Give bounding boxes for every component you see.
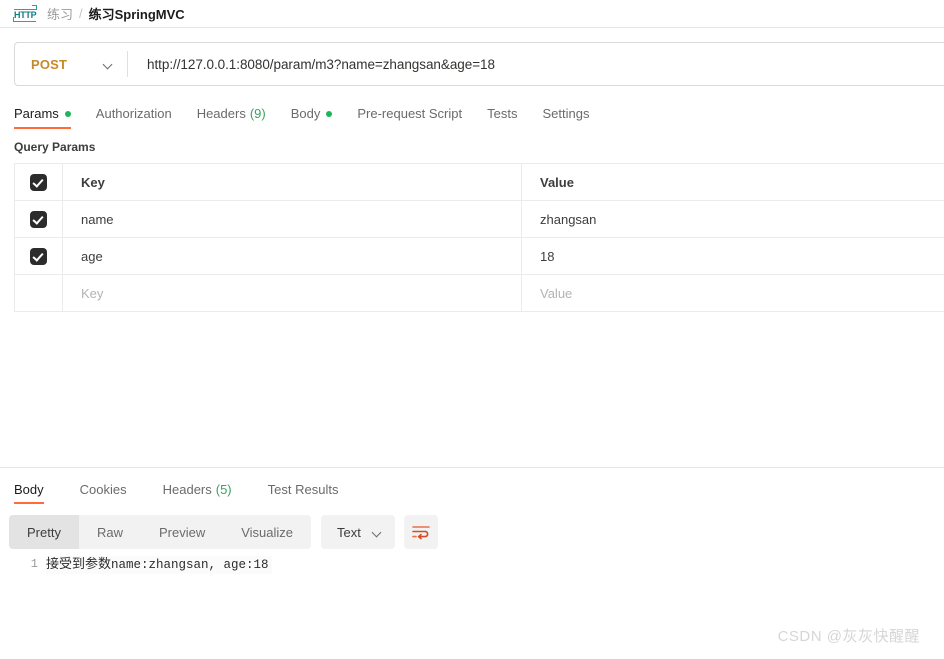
- url-input[interactable]: http://127.0.0.1:8080/param/m3?name=zhan…: [128, 57, 944, 72]
- line-number-gutter: 1: [30, 557, 38, 571]
- tab-test-results[interactable]: Test Results: [259, 482, 348, 504]
- param-value-input-name[interactable]: zhangsan: [522, 201, 944, 237]
- pane-divider[interactable]: [0, 467, 944, 468]
- tab-response-headers-count: (5): [215, 482, 232, 497]
- params-modified-dot: [64, 110, 71, 117]
- response-body-line-cjk: 接受到参数: [46, 557, 112, 572]
- tab-authorization[interactable]: Authorization: [96, 106, 172, 129]
- tab-authorization-label: Authorization: [95, 106, 172, 121]
- tab-settings-label: Settings: [542, 106, 590, 121]
- view-mode-pretty[interactable]: Pretty: [9, 515, 79, 549]
- tab-pre-request-script[interactable]: Pre-request Script: [357, 106, 462, 129]
- breadcrumb-current-request[interactable]: 练习SpringMVC: [89, 4, 185, 23]
- param-key-input-age[interactable]: age: [63, 238, 522, 274]
- tab-headers-label: Headers: [196, 106, 246, 121]
- tab-tests-label: Tests: [487, 106, 518, 121]
- table-row: name zhangsan: [15, 201, 944, 238]
- tab-params[interactable]: Params: [14, 106, 71, 129]
- tab-test-results-label: Test Results: [267, 482, 339, 497]
- param-key-input-empty[interactable]: Key: [63, 275, 522, 311]
- body-modified-dot: [326, 110, 333, 117]
- table-row-empty: Key Value: [15, 275, 944, 312]
- http-method-label: POST: [31, 56, 68, 72]
- tab-params-label: Params: [14, 106, 59, 121]
- select-all-checkbox-cell[interactable]: [15, 164, 63, 200]
- breadcrumb: HTTP 练习 / 练习SpringMVC: [0, 0, 944, 28]
- empty-row-checkbox-cell: [15, 275, 63, 311]
- response-view-mode-group: Pretty Raw Preview Visualize: [9, 515, 312, 549]
- breadcrumb-separator: /: [79, 6, 83, 21]
- chevron-down-icon: [373, 528, 382, 537]
- tab-body-label: Body: [290, 106, 321, 121]
- response-body-viewer[interactable]: 1 接受到参数name:zhangsan, age:18: [0, 556, 944, 574]
- http-method-dropdown[interactable]: POST: [15, 43, 127, 85]
- breadcrumb-collection[interactable]: 练习: [47, 4, 73, 23]
- http-protocol-icon: HTTP: [13, 5, 37, 22]
- request-tabs: Params Authorization Headers (9) Body Pr…: [0, 93, 944, 129]
- tab-pre-request-script-label: Pre-request Script: [357, 106, 463, 121]
- tab-response-headers[interactable]: Headers (5): [154, 482, 241, 504]
- tab-response-body-label: Body: [14, 482, 44, 497]
- tab-response-headers-label: Headers: [162, 482, 212, 497]
- column-header-value: Value: [540, 174, 574, 190]
- url-bar-container: POST http://127.0.0.1:8080/param/m3?name…: [0, 28, 944, 86]
- response-body-line: 接受到参数name:zhangsan, age:18: [46, 556, 272, 574]
- content-type-dropdown[interactable]: Text: [321, 515, 395, 549]
- row-checkbox-cell-age[interactable]: [15, 238, 63, 274]
- view-mode-raw[interactable]: Raw: [79, 515, 141, 549]
- query-params-title: Query Params: [14, 140, 96, 154]
- query-params-table: Key Value name zhangsan age 18 Key Value: [14, 163, 944, 312]
- response-body-line-rest: name:zhangsan, age:18: [111, 558, 269, 572]
- table-row: age 18: [15, 238, 944, 275]
- url-bar: POST http://127.0.0.1:8080/param/m3?name…: [14, 42, 944, 86]
- table-header-row: Key Value: [15, 164, 944, 201]
- tab-headers-count: (9): [249, 106, 266, 121]
- view-mode-visualize[interactable]: Visualize: [223, 515, 311, 549]
- response-tabs: Body Cookies Headers (5) Test Results: [0, 476, 944, 504]
- tab-settings[interactable]: Settings: [542, 106, 589, 129]
- tab-headers[interactable]: Headers (9): [197, 106, 266, 129]
- row-checkbox-cell-name[interactable]: [15, 201, 63, 237]
- word-wrap-button[interactable]: [403, 515, 438, 549]
- view-mode-preview[interactable]: Preview: [141, 515, 223, 549]
- word-wrap-icon: [412, 526, 430, 540]
- response-format-toolbar: Pretty Raw Preview Visualize Text: [9, 515, 438, 549]
- row-checkbox-age[interactable]: [30, 247, 47, 265]
- tab-response-cookies[interactable]: Cookies: [71, 482, 136, 504]
- column-header-key: Key: [63, 164, 522, 200]
- row-checkbox-name[interactable]: [30, 210, 47, 228]
- tab-tests[interactable]: Tests: [487, 106, 517, 129]
- chevron-down-icon: [104, 60, 113, 69]
- param-key-input-name[interactable]: name: [63, 201, 522, 237]
- watermark: CSDN @灰灰快醒醒: [777, 628, 920, 645]
- content-type-label: Text: [337, 524, 361, 540]
- param-value-input-empty[interactable]: Value: [522, 275, 944, 311]
- param-value-input-age[interactable]: 18: [522, 238, 944, 274]
- select-all-checkbox[interactable]: [30, 173, 47, 191]
- tab-body[interactable]: Body: [291, 106, 333, 129]
- tab-response-body[interactable]: Body: [5, 482, 53, 504]
- tab-response-cookies-label: Cookies: [79, 482, 127, 497]
